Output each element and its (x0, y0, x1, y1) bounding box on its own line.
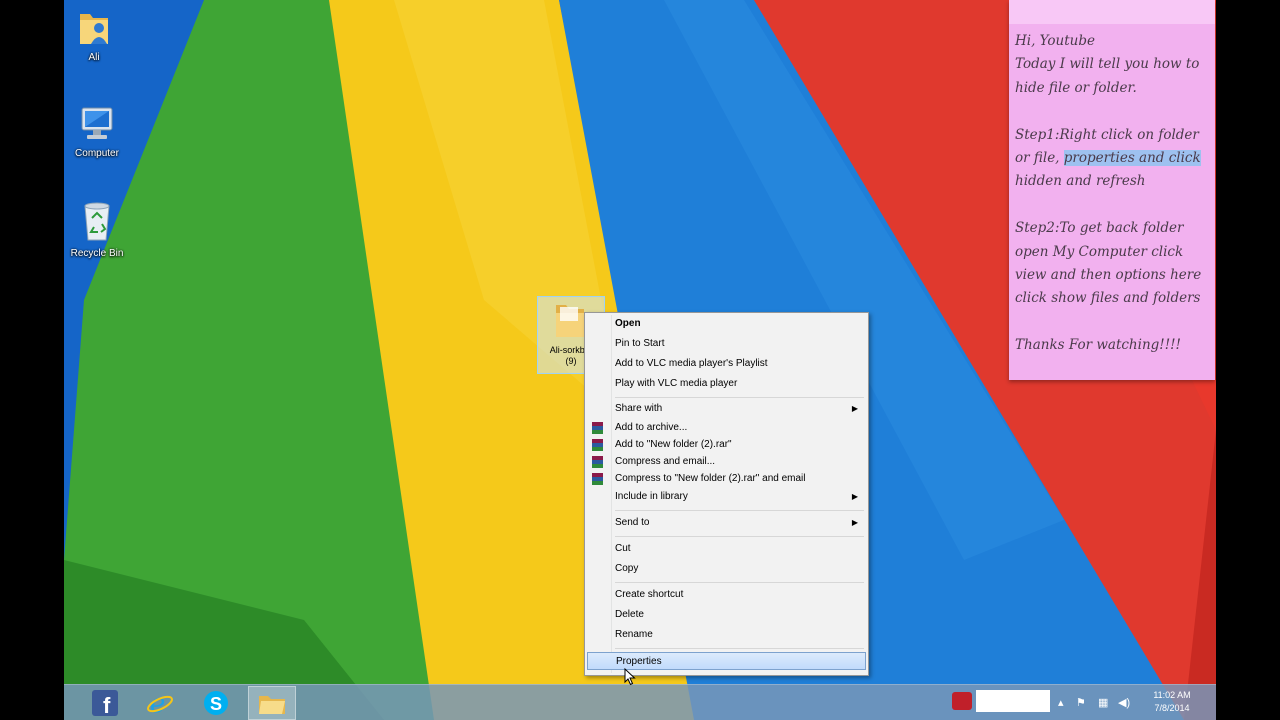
sticky-note-text[interactable]: Hi, Youtube Today I will tell you how to… (1015, 30, 1209, 358)
desktop-screen: Ali Computer Recycle Bin Ali-sorkb... (9… (64, 0, 1216, 720)
mouse-cursor-icon (624, 668, 636, 686)
note-step2: Step2:To get back folder open My Compute… (1015, 220, 1202, 307)
tray-volume-icon[interactable]: ◀) (1118, 696, 1130, 709)
desktop-icon-ali[interactable]: Ali (64, 8, 129, 63)
recycle-bin-icon (84, 202, 110, 241)
menu-separator (615, 510, 864, 511)
menu-item-compress-and-email[interactable]: Compress and email... (587, 453, 866, 471)
note-thanks: Thanks For watching!!!! (1015, 337, 1181, 354)
menu-item-play-with-vlc[interactable]: Play with VLC media player (587, 375, 866, 393)
menu-separator (615, 397, 864, 398)
taskbar-skype[interactable]: S (192, 686, 240, 720)
note-line: Hi, Youtube (1015, 33, 1095, 49)
file-explorer-icon (259, 696, 285, 714)
menu-item-open[interactable]: Open (587, 315, 866, 333)
desktop-icon-label: Recycle Bin (70, 248, 124, 259)
note-line: Today I will tell you how to hide file o… (1015, 56, 1200, 96)
tray-app-icon[interactable] (952, 692, 972, 710)
menu-item-compress-to-rar-and-email[interactable]: Compress to "New folder (2).rar" and ema… (587, 470, 866, 488)
menu-item-add-to-rar[interactable]: Add to "New folder (2).rar" (587, 436, 866, 454)
desktop-icon-computer[interactable]: Computer (64, 104, 132, 159)
submenu-arrow-icon: ▶ (851, 404, 858, 413)
tray-network-icon[interactable]: ▦ (1098, 696, 1108, 709)
note-highlight: properties and click (1063, 150, 1201, 167)
menu-item-delete[interactable]: Delete (587, 606, 866, 624)
winrar-icon (592, 439, 603, 451)
winrar-icon (592, 456, 603, 468)
menu-separator (615, 648, 864, 649)
svg-text:S: S (210, 694, 222, 714)
menu-separator (615, 536, 864, 537)
taskbar: f e S ▴ ⚑ ▦ ◀) 11:02 AM 7/8/2014 (64, 684, 1216, 720)
internet-explorer-icon: e (147, 689, 173, 718)
desktop-icon-label: Ali (88, 52, 100, 63)
skype-icon: S (204, 691, 228, 715)
desktop-icon-recycle-bin[interactable]: Recycle Bin (64, 200, 132, 259)
menu-item-include-in-library[interactable]: Include in library ▶ (587, 488, 866, 506)
taskbar-internet-explorer[interactable]: e (136, 686, 184, 720)
svg-text:f: f (103, 693, 111, 717)
tray-chevron-icon[interactable]: ▴ (1058, 696, 1064, 709)
folder-icon (556, 305, 584, 337)
menu-item-send-to[interactable]: Send to ▶ (587, 514, 866, 532)
sticky-note[interactable]: Hi, Youtube Today I will tell you how to… (1009, 0, 1215, 380)
note-step1: Step1:Right click on folder or file, pro… (1015, 126, 1201, 190)
tray-blank-box (976, 690, 1050, 712)
winrar-icon (592, 473, 603, 485)
user-folder-icon (80, 14, 108, 44)
menu-item-create-shortcut[interactable]: Create shortcut (587, 586, 866, 604)
clock-date: 7/8/2014 (1154, 703, 1190, 713)
submenu-arrow-icon: ▶ (851, 492, 858, 501)
menu-item-rename[interactable]: Rename (587, 626, 866, 644)
tray-action-center-icon[interactable]: ⚑ (1076, 696, 1086, 709)
menu-item-copy[interactable]: Copy (587, 560, 866, 578)
clock-time: 11:02 AM (1153, 690, 1191, 700)
taskbar-facebook[interactable]: f (81, 686, 129, 720)
menu-item-add-to-vlc-playlist[interactable]: Add to VLC media player's Playlist (587, 355, 866, 373)
submenu-arrow-icon: ▶ (851, 518, 858, 527)
sticky-note-titlebar[interactable] (1009, 0, 1215, 24)
menu-item-cut[interactable]: Cut (587, 540, 866, 558)
menu-item-share-with[interactable]: Share with ▶ (587, 400, 866, 418)
desktop-icon-label: Computer (75, 148, 119, 159)
computer-icon (81, 107, 113, 139)
facebook-icon: f (92, 690, 118, 717)
menu-item-pin-to-start[interactable]: Pin to Start (587, 335, 866, 353)
taskbar-file-explorer[interactable] (248, 686, 296, 720)
winrar-icon (592, 422, 603, 434)
menu-item-add-to-archive[interactable]: Add to archive... (587, 419, 866, 437)
context-menu: Open Pin to Start Add to VLC media playe… (584, 312, 869, 676)
taskbar-clock[interactable]: 11:02 AM 7/8/2014 (1142, 689, 1202, 715)
menu-separator (615, 582, 864, 583)
